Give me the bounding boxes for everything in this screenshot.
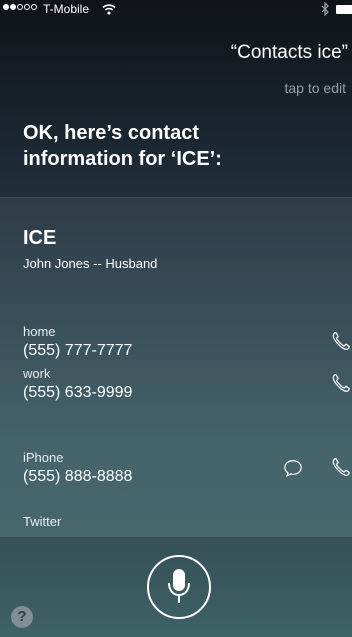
contact-name[interactable]: ICE xyxy=(23,227,56,250)
phone-number[interactable]: (555) 888-8888 xyxy=(23,468,132,486)
status-bar: T-Mobile xyxy=(0,0,352,20)
phone-row-iphone[interactable]: iPhone (555) 888-8888 xyxy=(0,450,352,496)
phone-number[interactable]: (555) 777-7777 xyxy=(23,342,132,360)
phone-label: iPhone xyxy=(23,450,64,465)
phone-label: work xyxy=(23,366,51,381)
carrier-name: T-Mobile xyxy=(43,2,90,16)
twitter-label[interactable]: Twitter xyxy=(23,514,61,529)
siri-answer-text: OK, here’s contact information for ‘ICE’… xyxy=(23,122,222,170)
wifi-icon xyxy=(102,4,116,15)
phone-label: home xyxy=(23,324,56,339)
phone-row-work[interactable]: work (555) 633-9999 xyxy=(0,366,352,412)
signal-strength-icon xyxy=(3,4,37,10)
battery-icon xyxy=(336,5,352,14)
microphone-button[interactable] xyxy=(147,555,211,619)
siri-query-text[interactable]: “Contacts ice” xyxy=(231,42,348,64)
message-icon[interactable] xyxy=(283,458,303,478)
phone-number[interactable]: (555) 633-9999 xyxy=(23,384,132,402)
phone-icon[interactable] xyxy=(330,372,352,394)
tap-to-edit-link[interactable]: tap to edit xyxy=(285,80,347,96)
bluetooth-icon xyxy=(321,2,329,16)
phone-icon[interactable] xyxy=(330,330,352,352)
help-button[interactable]: ? xyxy=(11,606,33,628)
phone-row-home[interactable]: home (555) 777-7777 xyxy=(0,324,352,370)
phone-icon[interactable] xyxy=(330,456,352,478)
microphone-icon xyxy=(168,569,190,603)
siri-screen: T-Mobile “Contacts ice” tap to edit OK, … xyxy=(0,0,352,637)
contact-subtitle: John Jones -- Husband xyxy=(23,256,158,271)
